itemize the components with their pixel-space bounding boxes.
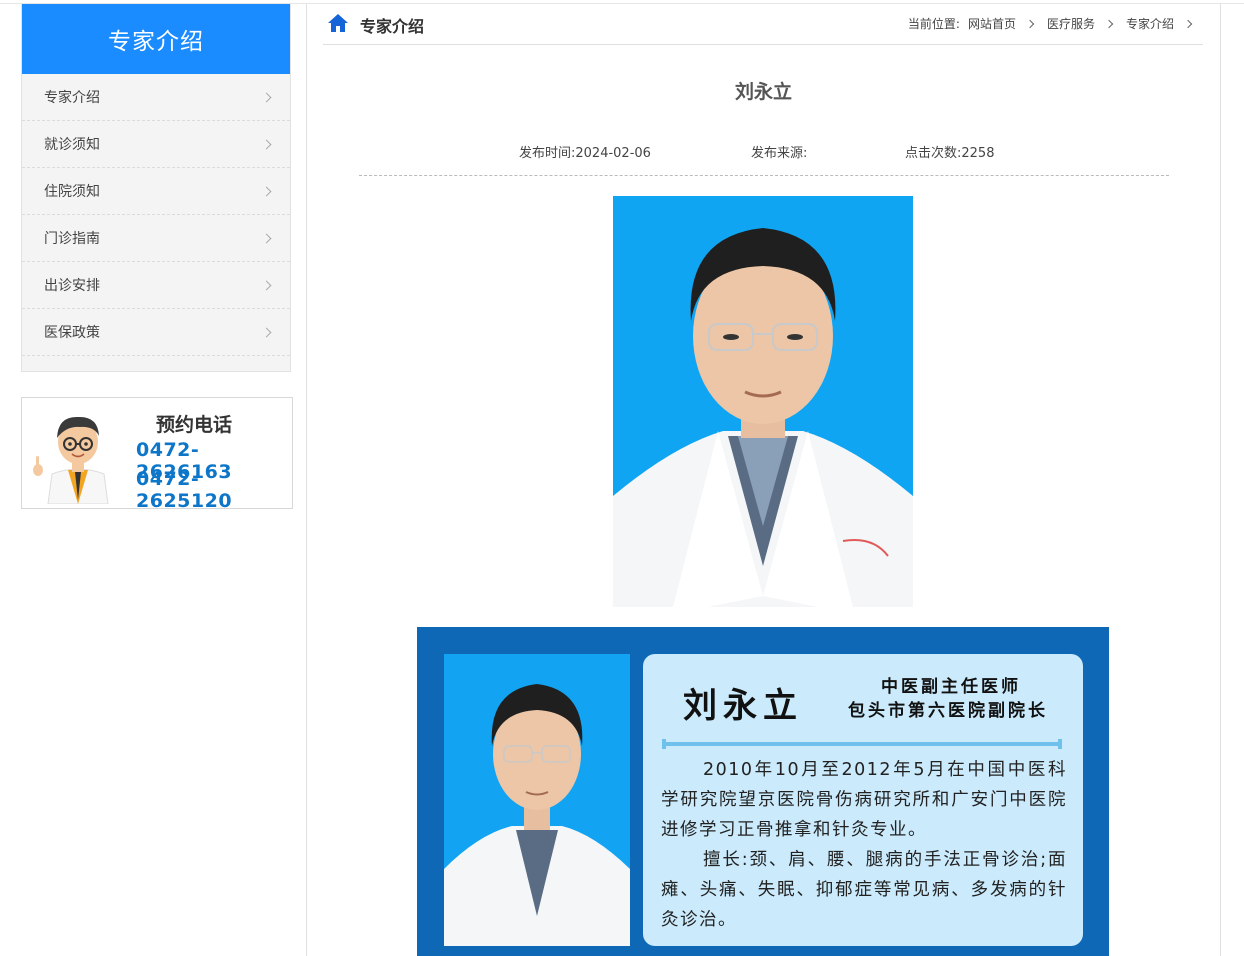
sidebar-item-inpatient-notice[interactable]: 住院须知: [22, 168, 290, 215]
sidebar-item-visit-notice[interactable]: 就诊须知: [22, 121, 290, 168]
content-header: 专家介绍 当前位置: 网站首页 医疗服务 专家介绍: [323, 4, 1203, 45]
card-doctor-title: 中医副主任医师: [881, 677, 1021, 697]
article-title: 刘永立: [734, 81, 792, 103]
doctor-portrait-image: [613, 196, 913, 607]
appointment-title: 预约电话: [156, 414, 233, 436]
chevron-right-icon: [261, 139, 272, 149]
chevron-right-icon: [261, 92, 272, 102]
sidebar-item-label: 住院须知: [44, 184, 100, 200]
card-paragraph-specialty: 擅长:颈、肩、腰、腿病的手法正骨诊治;面瘫、头痛、失眠、抑郁症等常见病、多发病的…: [661, 850, 1067, 930]
doctor-cartoon-icon: [33, 416, 109, 504]
breadcrumb: 当前位置: 网站首页 医疗服务 专家介绍: [907, 15, 1193, 32]
breadcrumb-prefix: 当前位置:: [907, 17, 960, 31]
card-paragraph-training: 2010年10月至2012年5月在中国中医科学研究院望京医院骨伤病研究所和广安门…: [661, 760, 1067, 840]
sidebar-item-schedule[interactable]: 出诊安排: [22, 262, 290, 309]
sidebar-item-label: 出诊安排: [44, 278, 100, 294]
publish-source: 发布来源:: [751, 146, 808, 161]
publish-time: 发布时间:2024-02-06: [519, 146, 651, 161]
meta-divider: [359, 175, 1169, 176]
sidebar-item-experts[interactable]: 专家介绍: [22, 74, 290, 121]
home-icon[interactable]: [327, 13, 349, 33]
appointment-phone-2[interactable]: 0472-2625120: [136, 468, 292, 512]
card-divider: [662, 739, 1062, 749]
sidebar-footer: [22, 356, 290, 371]
page: 专家介绍 专家介绍 就诊须知 住院须知 门诊指南 出诊安排 医保政策 预约电话 …: [0, 0, 1244, 956]
intro-card: 刘永立 中医副主任医师 包头市第六医院副院长 2010年10月至2012年5月在…: [417, 627, 1109, 956]
breadcrumb-item-experts[interactable]: 专家介绍: [1126, 15, 1174, 32]
view-count: 点击次数:2258: [905, 146, 995, 161]
breadcrumb-item-medical-services[interactable]: 医疗服务: [1047, 15, 1095, 32]
card-doctor-name: 刘永立: [683, 686, 803, 726]
chevron-right-icon: [1025, 19, 1035, 28]
chevron-right-icon: [261, 327, 272, 337]
sidebar-item-outpatient-guide[interactable]: 门诊指南: [22, 215, 290, 262]
sidebar-menu: 专家介绍 就诊须知 住院须知 门诊指南 出诊安排 医保政策: [22, 74, 290, 356]
breadcrumb-item-home[interactable]: 网站首页: [968, 15, 1016, 32]
chevron-right-icon: [261, 186, 272, 196]
sidebar: 专家介绍 专家介绍 就诊须知 住院须知 门诊指南 出诊安排 医保政策: [21, 4, 291, 372]
chevron-right-icon: [261, 280, 272, 290]
appointment-banner[interactable]: 预约电话 0472-2626163 0472-2625120: [21, 397, 293, 512]
card-doctor-position: 包头市第六医院副院长: [848, 701, 1048, 721]
doctor-card-photo: [444, 654, 630, 946]
main-content: 专家介绍 当前位置: 网站首页 医疗服务 专家介绍 刘永立 发布时间:2024-…: [306, 4, 1221, 956]
sidebar-item-label: 门诊指南: [44, 231, 100, 247]
sidebar-item-label: 就诊须知: [44, 137, 100, 153]
section-title: 专家介绍: [360, 17, 425, 36]
sidebar-item-label: 医保政策: [44, 325, 100, 341]
card-description: 2010年10月至2012年5月在中国中医科学研究院望京医院骨伤病研究所和广安门…: [661, 755, 1067, 935]
chevron-right-icon: [1104, 19, 1114, 28]
sidebar-item-label: 专家介绍: [44, 90, 100, 106]
intro-panel: 刘永立 中医副主任医师 包头市第六医院副院长 2010年10月至2012年5月在…: [643, 654, 1083, 946]
chevron-right-icon: [1183, 19, 1193, 28]
chevron-right-icon: [261, 233, 272, 243]
sidebar-item-insurance-policy[interactable]: 医保政策: [22, 309, 290, 356]
sidebar-title: 专家介绍: [22, 4, 290, 74]
